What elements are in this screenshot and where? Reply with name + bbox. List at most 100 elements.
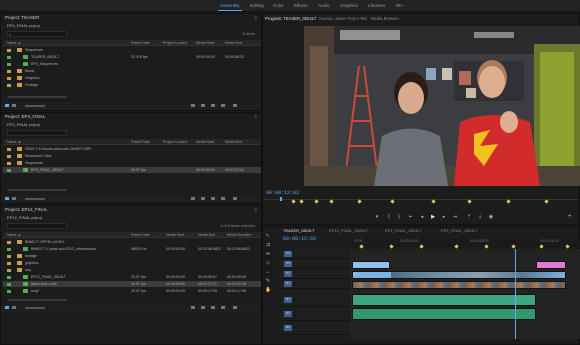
trash-icon[interactable] — [233, 306, 237, 309]
find-icon[interactable] — [201, 104, 205, 107]
list-item[interactable]: graphics — [3, 260, 261, 266]
automate-to-sequence-icon[interactable] — [191, 197, 195, 200]
list-item[interactable]: jason-tony-c-MC 29.97 fps 00:00:00:00 00… — [3, 281, 261, 287]
horizontal-scrollbar[interactable] — [7, 96, 67, 98]
workspace-tab-effects[interactable]: Effects — [294, 3, 308, 8]
track-target-a1[interactable]: A1 — [284, 297, 292, 303]
list-view-icon[interactable] — [5, 197, 9, 200]
workspace-tab-color[interactable]: Color — [273, 3, 284, 8]
monitor-timeline-ruler[interactable] — [264, 199, 578, 200]
workspace-tab-rh[interactable]: RH — [396, 3, 403, 8]
find-icon[interactable] — [201, 197, 205, 200]
column-header-frame-rate[interactable]: Frame Rate — [131, 140, 150, 144]
icon-view-icon[interactable] — [12, 306, 16, 309]
program-timecode[interactable]: 00:00:12:02 — [266, 190, 299, 196]
new-item-icon[interactable] — [221, 197, 225, 200]
audio-clip[interactable] — [352, 308, 536, 320]
mark-out-icon[interactable]: } — [396, 214, 402, 220]
automate-to-sequence-icon[interactable] — [191, 104, 195, 107]
track-target-a2[interactable]: A2 — [284, 311, 292, 317]
video-clip[interactable] — [352, 261, 390, 269]
list-item[interactable]: footage — [3, 253, 261, 259]
zoom-slider[interactable] — [25, 198, 45, 200]
timeline-playhead[interactable] — [515, 249, 516, 339]
list-item[interactable]: Recovered Clips — [3, 153, 261, 159]
list-item[interactable]: EP4_FINAL_0824LT 29.97 fps 00:00:00:00 0… — [3, 167, 261, 173]
razor-tool-icon[interactable]: ◇ — [265, 260, 271, 266]
trash-icon[interactable] — [233, 104, 237, 107]
track-header-a1[interactable]: A1 — [281, 293, 349, 307]
column-header-media-end[interactable]: Media End — [198, 233, 215, 237]
panel-menu-icon[interactable]: ≡ — [254, 114, 257, 119]
tab-sequence-teaser[interactable]: TEASER_0824LT — [283, 228, 315, 233]
panel-title[interactable]: Project: TEASER — [5, 15, 39, 20]
column-header-name[interactable]: Name ▲ — [7, 233, 21, 237]
tab-sequence-ep5[interactable]: EP5_FINAL_0824LT — [441, 228, 478, 233]
track-target-v2[interactable]: V2 — [284, 271, 292, 277]
icon-view-icon[interactable] — [12, 104, 16, 107]
new-item-icon[interactable] — [221, 104, 225, 107]
list-item[interactable]: seq2 29.97 fps 00:00:00:00 00:00:17:05 0… — [3, 288, 261, 294]
list-view-icon[interactable] — [5, 104, 9, 107]
zoom-slider[interactable] — [25, 307, 45, 309]
horizontal-scrollbar[interactable] — [7, 189, 67, 191]
selection-tool-icon[interactable]: ↖ — [265, 233, 271, 239]
column-header-media-duration[interactable]: Media Duration — [227, 233, 251, 237]
list-item[interactable]: 2002C7-6 brooke-pied-solo-ONSET-HDR — [3, 146, 261, 152]
column-header-media-start[interactable]: Media Start — [196, 140, 214, 144]
step-forward-icon[interactable]: ▸ — [441, 214, 447, 220]
mark-in-icon[interactable]: { — [386, 214, 392, 220]
automate-to-sequence-icon[interactable] — [191, 306, 195, 309]
list-item[interactable]: EP4_Sequences — [3, 61, 261, 67]
list-item[interactable]: Music — [3, 68, 261, 74]
column-header-media-start[interactable]: Media Start — [196, 41, 214, 45]
column-header-project-locked[interactable]: Project Locked — [163, 140, 187, 144]
timeline-timecode[interactable]: 00:00:12:02 — [283, 236, 316, 242]
workspace-tab-graphics[interactable]: Graphics — [340, 3, 358, 8]
column-header-media-end[interactable]: Media End — [225, 41, 242, 45]
workspace-tab-audio[interactable]: Audio — [318, 3, 330, 8]
zoom-slider[interactable] — [25, 105, 45, 107]
column-header-media-start[interactable]: Media Start — [166, 233, 184, 237]
column-header-frame-rate[interactable]: Frame Rate — [131, 233, 150, 237]
button-editor-icon[interactable]: + — [568, 214, 572, 220]
list-item[interactable]: seq — [3, 267, 261, 273]
workspace-tab-assembly[interactable]: Assembly — [218, 3, 241, 11]
track-select-tool-icon[interactable]: ⇉ — [265, 242, 271, 248]
column-header-frame-rate[interactable]: Frame Rate — [131, 41, 150, 45]
list-item[interactable]: BNM177-V-peak-solo-ECG_intothemotor 4800… — [3, 246, 261, 252]
video-clip[interactable] — [352, 281, 566, 289]
list-item[interactable]: Graphics — [3, 75, 261, 81]
video-clip[interactable] — [536, 261, 566, 269]
track-target-v4[interactable]: V4 — [284, 251, 292, 257]
list-item[interactable]: Sequences — [3, 160, 261, 166]
ripple-edit-tool-icon[interactable]: ⇹ — [265, 251, 271, 257]
search-input[interactable] — [7, 130, 67, 136]
column-header-media-end[interactable]: Media End — [225, 140, 242, 144]
go-to-in-icon[interactable]: ⇤ — [408, 214, 414, 220]
column-header-name[interactable]: Name ▲ — [7, 140, 21, 144]
column-header-name[interactable]: Name ▲ — [7, 41, 21, 45]
track-target-a3[interactable]: A3 — [284, 325, 292, 331]
search-input[interactable] — [7, 223, 67, 229]
icon-view-icon[interactable] — [12, 197, 16, 200]
list-item[interactable]: Footage — [3, 82, 261, 88]
step-back-icon[interactable]: ◂ — [419, 214, 425, 220]
workspace-tab-editing[interactable]: Editing — [250, 3, 264, 8]
workspace-tab-libraries[interactable]: Libraries — [368, 3, 385, 8]
column-header-project-locked[interactable]: Project Locked — [163, 41, 187, 45]
export-frame-icon[interactable]: ◉ — [488, 214, 494, 220]
trash-icon[interactable] — [233, 197, 237, 200]
timeline-ruler[interactable]: 00:00 00:00:04:23 00:00:09:23 00:00:14:2… — [350, 239, 580, 247]
audio-clip[interactable] — [352, 294, 536, 306]
track-header-v4[interactable]: V4 — [281, 249, 349, 259]
track-header-a3[interactable]: A3 — [281, 321, 349, 335]
new-bin-icon[interactable] — [211, 306, 215, 309]
panel-menu-icon[interactable]: ≡ — [254, 207, 257, 212]
panel-menu-icon[interactable]: ≡ — [254, 15, 257, 20]
panel-title[interactable]: Project: EP12_FINAL — [5, 207, 48, 212]
new-bin-icon[interactable] — [211, 197, 215, 200]
slip-tool-icon[interactable]: ↔ — [265, 269, 271, 275]
list-item[interactable]: BNM177-OPEN-LAUGH — [3, 239, 261, 245]
track-header-v3[interactable]: V3 — [281, 259, 349, 269]
